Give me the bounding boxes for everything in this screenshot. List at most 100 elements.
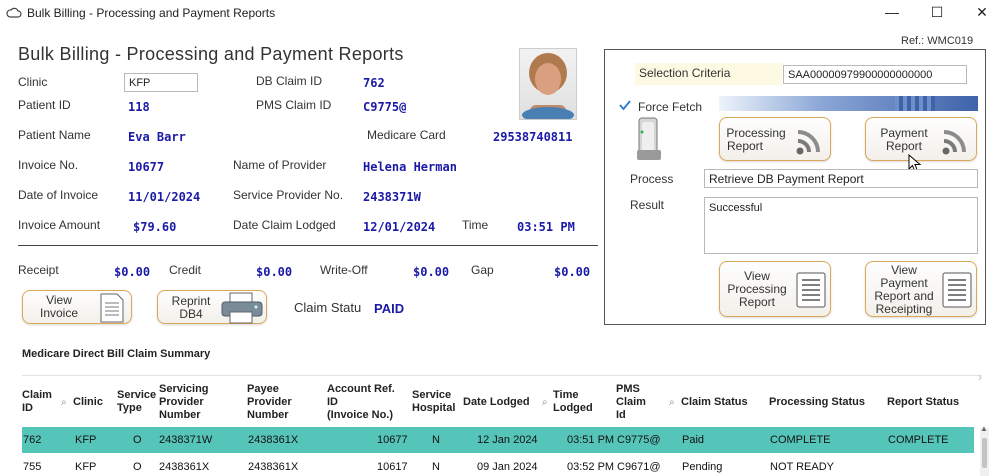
col-pms-line2: Claim: [616, 396, 646, 408]
title-bar: Bulk Billing - Processing and Payment Re…: [0, 0, 1005, 26]
credit-label: Credit: [169, 263, 202, 277]
close-button[interactable]: ✕: [959, 0, 1005, 24]
cell-clinic: KFP: [75, 434, 97, 446]
filter-icon[interactable]: ⌕: [669, 397, 675, 408]
progress-bar-pattern: [895, 96, 935, 111]
invoice-amount-label: Invoice Amount: [18, 218, 101, 232]
filter-icon[interactable]: ⌕: [542, 397, 548, 408]
result-label: Result: [630, 198, 665, 212]
patient-photo: [519, 48, 577, 120]
divider: [18, 245, 598, 246]
cell-pms-claim: C9671@: [617, 461, 661, 473]
date-of-invoice-label: Date of Invoice: [18, 188, 99, 202]
col-payee-line1: Payee: [247, 383, 279, 395]
view-payment-report-button[interactable]: View Payment Report and Receipting: [865, 261, 977, 317]
col-payee-line2: Provider: [247, 396, 292, 408]
processing-report-button[interactable]: Processing Report: [719, 117, 831, 161]
cell-claim-id: 755: [23, 461, 42, 473]
col-claim-id[interactable]: Claim ID: [22, 389, 52, 415]
scrollbar-thumb[interactable]: [982, 438, 987, 468]
view-invoice-button[interactable]: View Invoice: [22, 290, 132, 324]
scroll-up-icon[interactable]: ▲: [980, 424, 988, 433]
invoice-no-value: 10677: [128, 160, 165, 174]
patient-id-value: 118: [128, 100, 150, 114]
view-processing-report-button[interactable]: View Processing Report: [719, 261, 831, 317]
col-service-type[interactable]: Service Type: [117, 389, 156, 415]
medicare-card-value: 29538740811: [493, 130, 573, 144]
cell-claim-id: 762: [23, 434, 42, 446]
col-service-hospital-line2: Hospital: [412, 402, 456, 414]
invoice-no-label: Invoice No.: [18, 158, 79, 172]
card-reader-icon: [637, 117, 661, 160]
patient-name-label: Patient Name: [18, 128, 91, 142]
cell-payee: 2438361X: [248, 461, 299, 473]
time-label: Time: [462, 218, 489, 232]
col-pms-line3: Id: [616, 409, 626, 421]
summary-header-line: [22, 375, 982, 376]
col-service-type-line1: Service: [117, 389, 157, 401]
col-service-hospital-line1: Service: [412, 389, 452, 401]
writeoff-value: $0.00: [413, 265, 450, 279]
cell-hospital: N: [432, 461, 440, 473]
col-time-lodged-line2: Lodged: [553, 402, 593, 414]
cell-clinic: KFP: [75, 461, 97, 473]
col-payee-provider[interactable]: Payee Provider Number: [247, 383, 292, 422]
wireless-icon: [796, 130, 820, 155]
cell-service-type: O: [133, 434, 142, 446]
cell-pms-claim: C9775@: [617, 434, 661, 446]
col-account-ref[interactable]: Account Ref. ID (Invoice No.): [327, 383, 395, 422]
cell-account-ref: 10677: [377, 434, 408, 446]
cell-hospital: N: [432, 434, 440, 446]
col-servicing-provider[interactable]: Servicing Provider Number: [159, 383, 209, 422]
claim-status-label: Claim Statu: [294, 300, 362, 315]
col-account-ref-line2: ID: [327, 396, 338, 408]
document-icon: [100, 293, 124, 323]
cell-account-ref: 10617: [377, 461, 408, 473]
col-service-hospital[interactable]: Service Hospital: [412, 389, 455, 415]
view-payment-line4: Receipting: [875, 302, 933, 316]
col-processing-status[interactable]: Processing Status: [769, 396, 865, 409]
scroll-right-icon[interactable]: ›: [978, 370, 982, 384]
cell-service-type: O: [133, 461, 142, 473]
cell-claim-status: Pending: [682, 461, 723, 473]
form-ref: Ref.: WMC019: [901, 35, 974, 47]
date-claim-lodged-value: 12/01/2024: [363, 220, 436, 234]
col-claim-status[interactable]: Claim Status: [681, 396, 748, 409]
reprint-db4-button[interactable]: Reprint DB4: [157, 290, 267, 324]
selection-criteria-input[interactable]: SAA00000979900000000000: [783, 65, 967, 84]
cell-date-lodged: 09 Jan 2024: [477, 461, 538, 473]
result-textarea[interactable]: Successful: [704, 197, 978, 254]
col-claim-id-line1: Claim: [22, 389, 52, 401]
process-input[interactable]: Retrieve DB Payment Report: [704, 169, 978, 188]
filter-icon[interactable]: ⌕: [61, 397, 67, 408]
col-servicing-line3: Number: [159, 409, 201, 421]
col-service-type-line2: Type: [117, 402, 142, 414]
col-date-lodged[interactable]: Date Lodged: [463, 396, 530, 409]
view-invoice-line2: Invoice: [39, 306, 79, 320]
selection-criteria-label: Selection Criteria: [639, 66, 731, 80]
date-claim-lodged-label: Date Claim Lodged: [233, 218, 336, 232]
cell-claim-status: Paid: [682, 434, 705, 446]
cell-servicing: 2438371W: [159, 434, 213, 446]
page-title: Bulk Billing - Processing and Payment Re…: [18, 44, 404, 64]
col-claim-id-line2: ID: [22, 402, 33, 414]
db-claim-id-label: DB Claim ID: [256, 74, 323, 88]
col-clinic[interactable]: Clinic: [73, 396, 103, 409]
payment-report-line2: Report: [885, 139, 923, 153]
report-document-icon: [942, 272, 972, 308]
progress-bar: [719, 96, 978, 111]
col-servicing-line2: Provider: [159, 396, 204, 408]
cell-servicing: 2438361X: [159, 461, 210, 473]
minimize-button[interactable]: —: [869, 0, 915, 24]
col-pms-claim-id[interactable]: PMS Claim Id: [616, 383, 646, 422]
maximize-button[interactable]: ☐: [914, 0, 960, 24]
cell-report-status: COMPLETE: [888, 434, 949, 446]
force-fetch-checkbox[interactable]: [618, 98, 632, 112]
col-time-lodged[interactable]: Time Lodged: [553, 389, 593, 415]
wireless-icon: [942, 130, 966, 155]
col-report-status[interactable]: Report Status: [887, 396, 959, 409]
credit-value: $0.00: [256, 265, 293, 279]
receipt-value: $0.00: [114, 265, 151, 279]
clinic-label: Clinic: [18, 75, 48, 89]
clinic-input[interactable]: KFP: [124, 73, 198, 92]
